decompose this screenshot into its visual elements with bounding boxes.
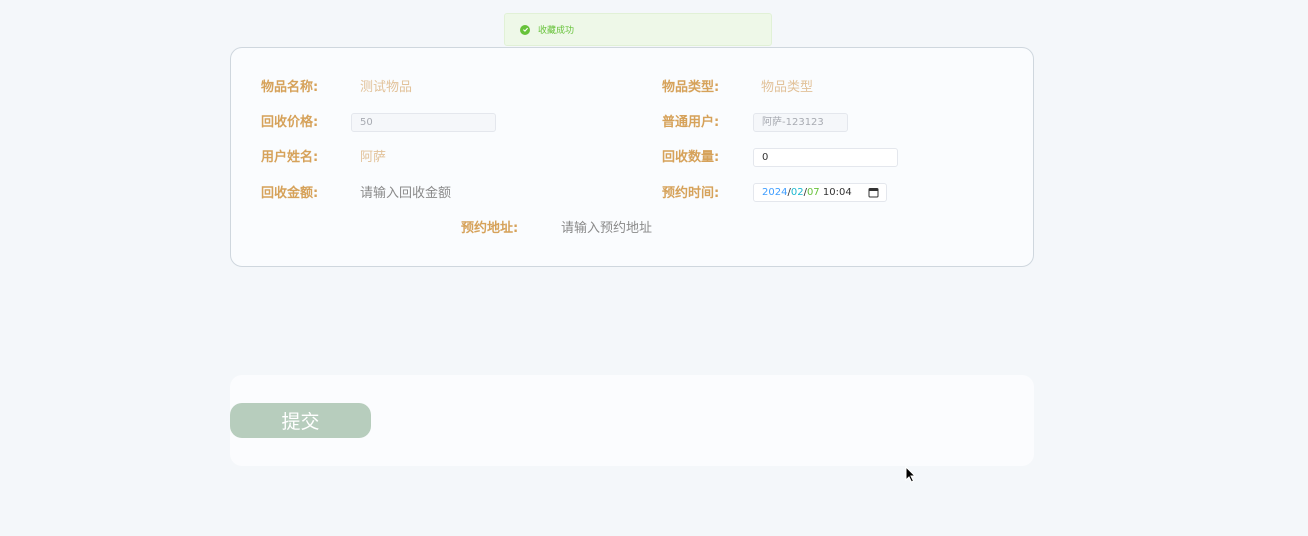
date-day: 07	[806, 187, 820, 198]
price-input[interactable]: 50	[351, 113, 496, 132]
amount-input[interactable]: 请输入回收金额	[360, 186, 451, 202]
user-name-label: 用户姓名:	[261, 150, 319, 165]
user-label: 普通用户:	[662, 115, 720, 130]
address-input[interactable]: 请输入预约地址	[561, 221, 652, 237]
quantity-label: 回收数量:	[662, 150, 720, 165]
price-label: 回收价格:	[261, 115, 319, 130]
date-year: 2024	[762, 187, 788, 198]
check-circle-icon	[520, 24, 530, 35]
item-name-value: 测试物品	[360, 80, 413, 95]
user-name-value: 阿萨	[360, 150, 387, 165]
item-type-label: 物品类型:	[662, 80, 720, 95]
amount-label: 回收金额:	[261, 186, 319, 201]
time-value: 10:04	[822, 187, 852, 198]
date-month: 02	[790, 187, 804, 198]
address-label: 预约地址:	[461, 221, 519, 236]
item-name-label: 物品名称:	[261, 80, 319, 95]
quantity-input[interactable]: 0	[753, 148, 898, 167]
form-card: 物品名称: 测试物品 物品类型: 物品类型 回收价格: 50 普通用户: 阿萨-…	[230, 47, 1034, 267]
submit-button[interactable]: 提交	[230, 403, 371, 438]
toast-message: 收藏成功	[538, 26, 575, 36]
mouse-cursor-icon	[905, 466, 917, 483]
appointment-time-label: 预约时间:	[662, 186, 720, 201]
user-input[interactable]: 阿萨-123123	[753, 113, 848, 132]
appointment-time-input[interactable]: 2024/02/07 10:04	[753, 183, 887, 202]
calendar-icon[interactable]	[868, 187, 879, 198]
item-type-value: 物品类型	[761, 80, 814, 95]
success-toast: 收藏成功	[504, 13, 772, 46]
